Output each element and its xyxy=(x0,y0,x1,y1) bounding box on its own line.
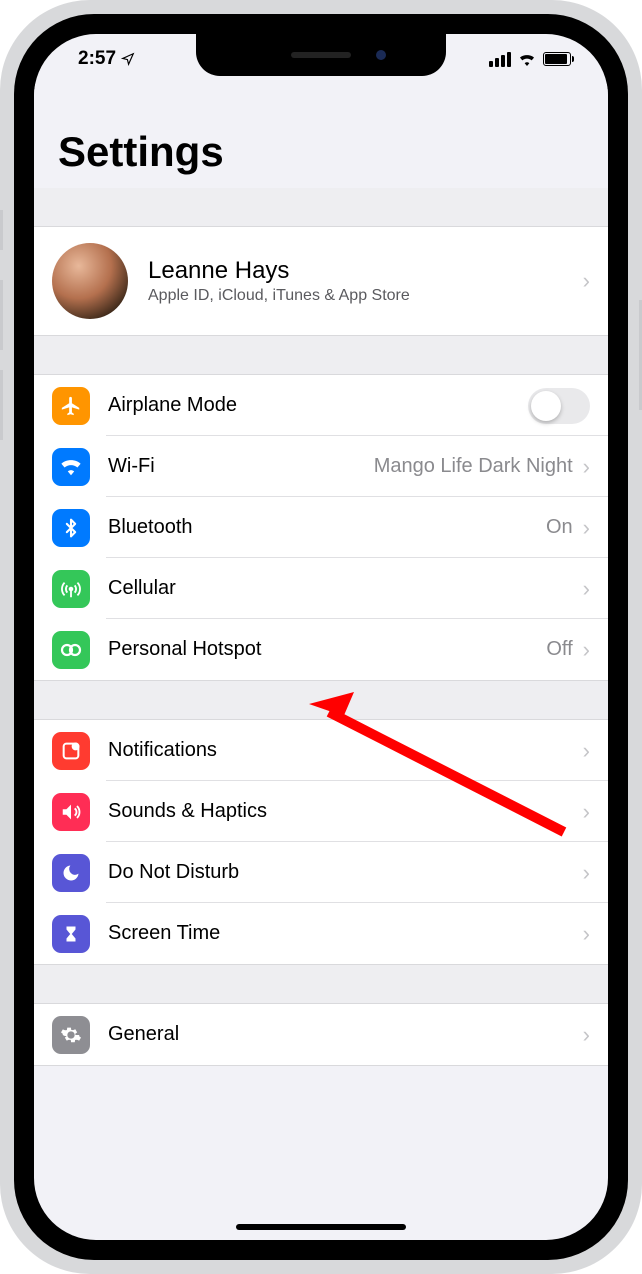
moon-icon xyxy=(52,854,90,892)
settings-content[interactable]: Settings Leanne Hays Apple ID, iCloud, i… xyxy=(34,84,608,1240)
volume-down-button xyxy=(0,370,3,440)
connectivity-group: Airplane Mode Wi-Fi Mango Life Dark Nigh… xyxy=(34,374,608,681)
status-time: 2:57 xyxy=(78,48,116,70)
row-label: Airplane Mode xyxy=(108,394,528,417)
cellular-icon xyxy=(52,570,90,608)
row-label: Sounds & Haptics xyxy=(108,800,581,823)
notch xyxy=(196,34,446,76)
row-label: Screen Time xyxy=(108,922,581,945)
chevron-right-icon: › xyxy=(583,1022,590,1048)
row-label: General xyxy=(108,1023,581,1046)
row-label: Bluetooth xyxy=(108,516,546,539)
chevron-right-icon: › xyxy=(583,454,590,480)
device-frame: 2:57 Settings Leanne Hays xyxy=(0,0,642,1274)
hotspot-icon xyxy=(52,631,90,669)
chevron-right-icon: › xyxy=(583,921,590,947)
notifications-icon xyxy=(52,732,90,770)
avatar xyxy=(52,243,128,319)
profile-name: Leanne Hays xyxy=(148,257,581,285)
alerts-group: Notifications › Sounds & Haptics › xyxy=(34,719,608,965)
chevron-right-icon: › xyxy=(583,637,590,663)
chevron-right-icon: › xyxy=(583,576,590,602)
row-value: On xyxy=(546,516,573,539)
mute-switch xyxy=(0,210,3,250)
notifications-row[interactable]: Notifications › xyxy=(34,720,608,781)
row-value: Off xyxy=(546,638,572,661)
bluetooth-icon xyxy=(52,509,90,547)
wifi-row[interactable]: Wi-Fi Mango Life Dark Night › xyxy=(34,436,608,497)
general-row[interactable]: General › xyxy=(34,1004,608,1065)
do-not-disturb-row[interactable]: Do Not Disturb › xyxy=(34,842,608,903)
page-title: Settings xyxy=(34,84,608,188)
chevron-right-icon: › xyxy=(583,268,590,294)
speaker-grille xyxy=(291,52,351,58)
screen: 2:57 Settings Leanne Hays xyxy=(34,34,608,1240)
profile-group: Leanne Hays Apple ID, iCloud, iTunes & A… xyxy=(34,226,608,336)
hourglass-icon xyxy=(52,915,90,953)
airplane-mode-toggle[interactable] xyxy=(528,388,590,424)
row-label: Cellular xyxy=(108,577,581,600)
chevron-right-icon: › xyxy=(583,515,590,541)
sounds-row[interactable]: Sounds & Haptics › xyxy=(34,781,608,842)
bluetooth-row[interactable]: Bluetooth On › xyxy=(34,497,608,558)
chevron-right-icon: › xyxy=(583,738,590,764)
chevron-right-icon: › xyxy=(583,799,590,825)
location-icon xyxy=(121,52,135,66)
wifi-icon xyxy=(517,52,537,66)
volume-up-button xyxy=(0,280,3,350)
group-spacer xyxy=(34,336,608,374)
row-label: Notifications xyxy=(108,739,581,762)
row-label: Personal Hotspot xyxy=(108,638,546,661)
apple-id-row[interactable]: Leanne Hays Apple ID, iCloud, iTunes & A… xyxy=(34,227,608,335)
profile-subtitle: Apple ID, iCloud, iTunes & App Store xyxy=(148,287,581,305)
group-spacer xyxy=(34,681,608,719)
group-spacer xyxy=(34,188,608,226)
home-indicator[interactable] xyxy=(236,1224,406,1230)
row-label: Wi-Fi xyxy=(108,455,374,478)
chevron-right-icon: › xyxy=(583,860,590,886)
row-value: Mango Life Dark Night xyxy=(374,455,573,478)
cellular-signal-icon xyxy=(489,52,511,67)
sounds-icon xyxy=(52,793,90,831)
group-spacer xyxy=(34,965,608,1003)
personal-hotspot-row[interactable]: Personal Hotspot Off › xyxy=(34,619,608,680)
front-camera xyxy=(376,50,386,60)
airplane-mode-row[interactable]: Airplane Mode xyxy=(34,375,608,436)
general-group: General › xyxy=(34,1003,608,1066)
airplane-icon xyxy=(52,387,90,425)
wifi-icon xyxy=(52,448,90,486)
battery-icon xyxy=(543,52,574,66)
cellular-row[interactable]: Cellular › xyxy=(34,558,608,619)
gear-icon xyxy=(52,1016,90,1054)
row-label: Do Not Disturb xyxy=(108,861,581,884)
screen-time-row[interactable]: Screen Time › xyxy=(34,903,608,964)
